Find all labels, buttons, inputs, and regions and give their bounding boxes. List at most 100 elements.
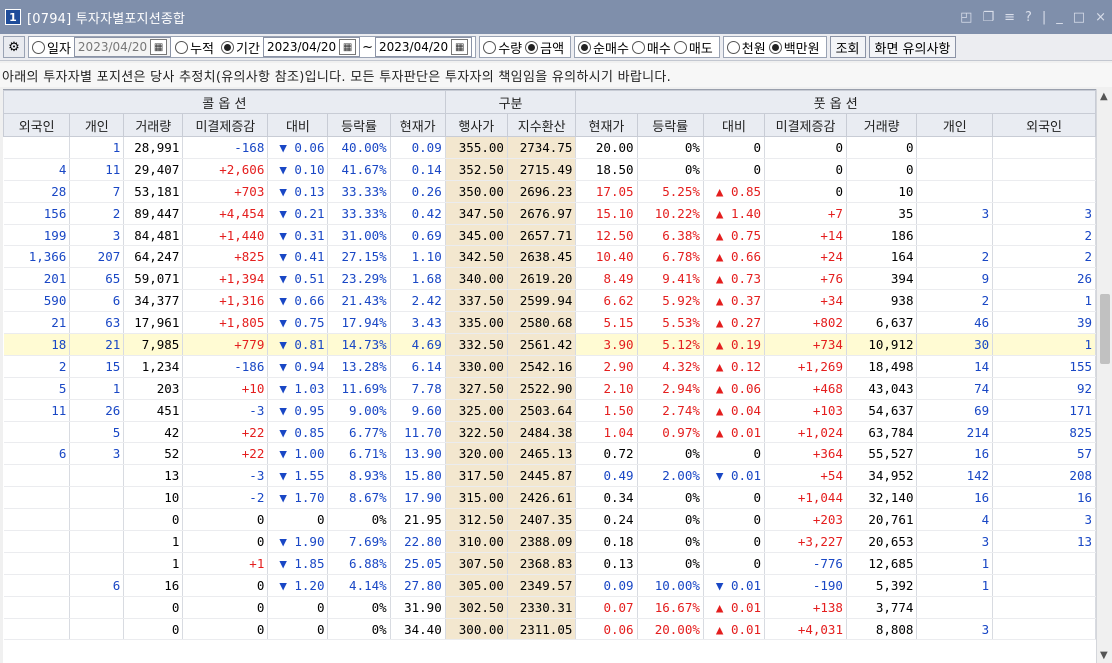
table-cell: 40.00% bbox=[327, 136, 391, 159]
radio-sell[interactable]: 매도 bbox=[673, 38, 713, 57]
column-header[interactable]: 지수환산 bbox=[506, 113, 577, 137]
radio-million-won[interactable]: 백만원 bbox=[768, 38, 820, 57]
window-number-badge[interactable]: 1 bbox=[5, 9, 21, 25]
table-row[interactable]: 1,366 207 64,247 +825 ▼ 0.41 27.15% 1.10 342.50… bbox=[3, 245, 1096, 269]
table-row[interactable]: 5 1 203 +10 ▼ 1.03 11.69% 7.78 327.50 2522.90 2.1… bbox=[3, 377, 1096, 400]
menu-icon[interactable]: ≡ bbox=[1004, 10, 1015, 25]
table-cell: +24 bbox=[764, 245, 847, 269]
column-header[interactable]: 등락률 bbox=[636, 113, 704, 137]
table-cell: ▼ 0.95 bbox=[267, 399, 329, 422]
table-row[interactable]: 4 11 29,407 +2,606 ▼ 0.10 41.67% 0.14 352.50 271… bbox=[3, 158, 1096, 181]
table-cell: ▼ 0.41 bbox=[267, 245, 329, 269]
maximize-icon[interactable]: □ bbox=[1073, 10, 1085, 25]
table-cell bbox=[69, 552, 125, 575]
radio-period[interactable]: 기간 bbox=[221, 38, 260, 57]
column-header[interactable]: 미결제증감 bbox=[182, 113, 269, 137]
table-row[interactable]: 201 65 59,071 +1,394 ▼ 0.51 23.29% 1.68 340.00 2… bbox=[3, 267, 1096, 291]
day-date-field[interactable]: 2023/04/20 ▦ bbox=[73, 37, 172, 57]
scroll-up-icon[interactable]: ▲ bbox=[1100, 91, 1108, 102]
table-row[interactable]: 0 0 0 0% 34.40 300.00 2311.05 0.06 20.00% ▲ 0.01 +… bbox=[3, 618, 1096, 641]
screen-notes-button[interactable]: 화면 유의사항 bbox=[868, 36, 957, 58]
table-row[interactable]: 5 42 +22 ▼ 0.85 6.77% 11.70 322.50 2484.38 1.04 0… bbox=[3, 421, 1096, 444]
column-header[interactable]: 현재가 bbox=[575, 113, 638, 137]
table-cell: 22.80 bbox=[390, 530, 446, 553]
table-cell: 16 bbox=[992, 486, 1096, 510]
scroll-thumb[interactable] bbox=[1100, 294, 1110, 364]
minimize-icon[interactable]: _ bbox=[1056, 10, 1063, 25]
table-cell: -3 bbox=[182, 399, 269, 422]
radio-cumulative[interactable]: 누적 bbox=[175, 38, 214, 57]
from-date-field[interactable]: 2023/04/20 ▦ bbox=[262, 37, 361, 57]
table-row[interactable]: 6 3 52 +22 ▼ 1.00 6.71% 13.90 320.00 2465.13 0.72… bbox=[3, 442, 1096, 466]
table-cell: 2465.13 bbox=[507, 442, 577, 466]
table-cell: +2,606 bbox=[182, 158, 269, 181]
radio-buy[interactable]: 매수 bbox=[631, 38, 671, 57]
column-header[interactable]: 거래량 bbox=[123, 113, 184, 137]
copy-icon[interactable]: ❐ bbox=[982, 10, 994, 25]
radio-netbuy[interactable]: 순매수 bbox=[578, 38, 629, 57]
radio-quantity-circle bbox=[483, 40, 497, 54]
table-cell: 12,685 bbox=[846, 552, 918, 575]
table-cell: 20,761 bbox=[846, 508, 918, 532]
column-header[interactable]: 등락률 bbox=[327, 113, 391, 137]
column-header[interactable]: 외국인 bbox=[992, 113, 1096, 137]
column-header[interactable]: 개인 bbox=[69, 113, 125, 137]
table-cell bbox=[3, 421, 71, 444]
table-row[interactable]: 10 -2 ▼ 1.70 8.67% 17.90 315.00 2426.61 0.34 0% 0… bbox=[3, 486, 1096, 510]
scroll-down-icon[interactable]: ▼ bbox=[1100, 650, 1108, 661]
radio-quantity[interactable]: 수량 bbox=[483, 38, 522, 57]
table-cell: 54,637 bbox=[846, 399, 918, 422]
table-cell: 2445.87 bbox=[507, 464, 577, 488]
column-header[interactable]: 개인 bbox=[916, 113, 994, 137]
table-cell: 2 bbox=[992, 245, 1096, 269]
query-button[interactable]: 조회 bbox=[829, 36, 866, 58]
column-header[interactable]: 대비 bbox=[267, 113, 329, 137]
table-row[interactable]: 199 3 84,481 +1,440 ▼ 0.31 31.00% 0.69 345.00 26… bbox=[3, 224, 1096, 247]
calendar-icon[interactable]: ▦ bbox=[339, 39, 357, 55]
table-row[interactable]: 1 0 ▼ 1.90 7.69% 22.80 310.00 2388.09 0.18 0% 0 +3… bbox=[3, 530, 1096, 553]
radio-amount[interactable]: 금액 bbox=[525, 38, 564, 57]
column-header[interactable]: 대비 bbox=[702, 113, 766, 137]
table-cell: 5.92% bbox=[637, 289, 704, 313]
settings-button[interactable]: ⚙ bbox=[3, 36, 25, 58]
table-row[interactable]: 21 63 17,961 +1,805 ▼ 0.75 17.94% 3.43 335.00 25… bbox=[3, 311, 1096, 335]
table-cell: +10 bbox=[182, 377, 269, 400]
table-cell: ▲ 0.04 bbox=[703, 399, 766, 422]
table-cell: ▼ 1.03 bbox=[267, 377, 329, 400]
close-icon[interactable]: × bbox=[1095, 10, 1106, 25]
table-row[interactable]: 28 7 53,181 +703 ▼ 0.13 33.33% 0.26 350.00 2696.… bbox=[3, 180, 1096, 203]
column-header[interactable]: 외국인 bbox=[3, 113, 71, 137]
table-row[interactable]: 18 21 7,985 +779 ▼ 0.81 14.73% 4.69 332.50 2561.… bbox=[3, 333, 1096, 356]
table-row[interactable]: 11 26 451 -3 ▼ 0.95 9.00% 9.60 325.00 2503.64 1.5… bbox=[3, 399, 1096, 422]
table-cell: 335.00 bbox=[445, 311, 508, 335]
table-cell: 0 bbox=[764, 136, 847, 159]
table-row[interactable]: 1 +1 ▼ 1.85 6.88% 25.05 307.50 2368.83 0.13 0% 0-… bbox=[3, 552, 1096, 575]
table-row[interactable]: 13 -3 ▼ 1.55 8.93% 15.80 317.50 2445.87 0.49 2.0… bbox=[3, 464, 1096, 488]
radio-day[interactable]: 일자 bbox=[32, 38, 71, 57]
table-row[interactable]: 6 16 0 ▼ 1.20 4.14% 27.80 305.00 2349.57 0.09 10.… bbox=[3, 574, 1096, 597]
column-header[interactable]: 거래량 bbox=[845, 113, 918, 137]
radio-thousand-won[interactable]: 천원 bbox=[726, 38, 766, 57]
column-header[interactable]: 현재가 bbox=[389, 113, 446, 137]
table-cell: 1.50 bbox=[575, 399, 638, 422]
table-row[interactable]: 590 6 34,377 +1,316 ▼ 0.66 21.43% 2.42 337.50 25… bbox=[3, 289, 1096, 313]
vertical-scrollbar[interactable]: ▲ ▼ bbox=[1096, 89, 1112, 663]
table-row[interactable]: 156 2 89,447 +4,454 ▼ 0.21 33.33% 0.42 347.50 26… bbox=[3, 202, 1096, 225]
to-date-value: 2023/04/20 bbox=[379, 40, 449, 54]
table-row[interactable]: 2 15 1,234 -186 ▼ 0.94 13.28% 6.14 330.00 2542.1… bbox=[3, 355, 1096, 378]
table-cell: 3 bbox=[916, 530, 994, 553]
table-row[interactable]: 0 0 0 0% 31.90 302.50 2330.31 0.07 16.67% ▲ 0.01 +… bbox=[3, 596, 1096, 619]
table-cell: 1 bbox=[992, 289, 1096, 313]
to-date-field[interactable]: 2023/04/20 ▦ bbox=[375, 37, 473, 57]
calendar-icon[interactable]: ▦ bbox=[150, 39, 168, 55]
table-cell: 20.00% bbox=[637, 618, 704, 641]
calendar-icon[interactable]: ▦ bbox=[451, 39, 469, 55]
layout-icon[interactable]: ◰ bbox=[960, 10, 972, 25]
table-cell bbox=[916, 158, 994, 181]
table-row[interactable]: 1 28,991 -168 ▼ 0.06 40.00% 0.09 355.00 2734.75… bbox=[3, 136, 1096, 159]
column-header[interactable]: 미결제증감 bbox=[764, 113, 847, 137]
table-row[interactable]: 0 0 0 0% 21.95 312.50 2407.35 0.24 0% 0 +203 20,761… bbox=[3, 508, 1096, 532]
column-header[interactable]: 행사가 bbox=[444, 113, 508, 137]
help-icon[interactable]: ? bbox=[1025, 10, 1032, 25]
position-grid[interactable]: 콜 옵 션 구분 풋 옵 션 외국인 개인 거래량 미결제증감 대비 등락률 현재가 행사가 지… bbox=[3, 89, 1096, 663]
